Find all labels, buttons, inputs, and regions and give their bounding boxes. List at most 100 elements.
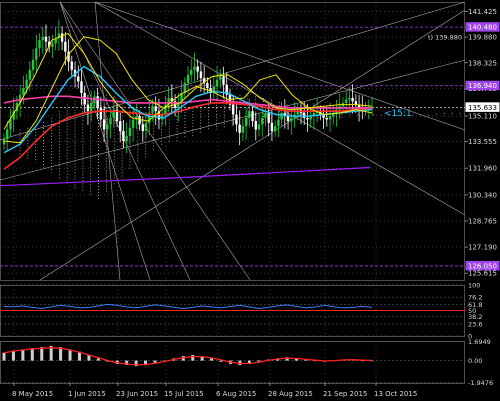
candle-body-100 (325, 117, 329, 120)
candle-body-76 (248, 111, 251, 118)
candle-body-80 (261, 117, 264, 125)
price-axis-label-8: 128.765 (468, 218, 497, 226)
candle-body-26 (86, 104, 90, 112)
candle-body-32 (106, 124, 109, 130)
candle-body-33 (109, 117, 112, 125)
candle-body-12 (41, 36, 44, 41)
candle-body-47 (154, 106, 157, 112)
candle-body-40 (131, 119, 135, 128)
price-axis-label-1: 139.880 (468, 34, 497, 42)
x-axis-label-5: 28 Aug 2015 (268, 390, 313, 398)
x-axis-label-0: 8 May 2015 (12, 390, 53, 398)
candle-body-27 (89, 102, 93, 112)
candle-body-46 (151, 106, 154, 113)
osc2-bar-0 (2, 352, 6, 361)
osc2-axis-label-1: 0.00 (468, 357, 482, 365)
candle-body-9 (31, 59, 35, 70)
candle-body-67 (219, 76, 222, 80)
candle-body-30 (99, 107, 103, 120)
price-axis-label-10: 125.615 (468, 270, 497, 278)
candle-body-85 (277, 119, 280, 127)
level-label-1: 136.940 (468, 82, 497, 90)
annotation-ratio: <15:1 (384, 109, 412, 119)
candle-body-68 (222, 76, 225, 85)
candle-body-8 (28, 69, 32, 80)
chart-terminal: 141.425139.880138.325136.785135.110133.5… (0, 0, 500, 401)
candle-body-29 (96, 96, 99, 108)
candle-body-78 (254, 121, 257, 130)
osc1-axis-label-5: 23.6 (468, 320, 482, 328)
x-axis-label-4: 6 Aug 2015 (216, 390, 256, 398)
candle-body-59 (193, 66, 196, 70)
candle-body-39 (128, 127, 132, 137)
candle-body-74 (241, 126, 245, 133)
candle-body-86 (280, 112, 283, 120)
osc2-axis-label-2: -1.9476 (468, 379, 493, 387)
level-label-2: 135.633 (468, 104, 497, 112)
osc2-bar-7 (68, 349, 72, 361)
candle-body-82 (267, 112, 270, 123)
candle-body-10 (35, 48, 38, 60)
candle-body-58 (190, 69, 193, 75)
x-axis-label-3: 15 Jul 2015 (164, 390, 204, 398)
candle-body-61 (199, 71, 203, 79)
gann-line-5 (39, 9, 466, 281)
candle-body-21 (70, 61, 73, 70)
x-axis-label-2: 23 Jun 2015 (116, 390, 158, 398)
candle-body-1 (6, 129, 9, 140)
candle-body-93 (303, 112, 306, 118)
osc2-axis-label-0: 1.6949 (468, 338, 491, 346)
candle-body-60 (196, 66, 199, 72)
price-axis-label-0: 141.425 (468, 8, 497, 16)
candle-body-0 (2, 139, 6, 145)
candle-body-79 (257, 124, 261, 130)
candle-body-13 (44, 36, 48, 42)
price-axis-label-9: 127.190 (468, 244, 497, 252)
candle-body-73 (238, 124, 241, 133)
candle-body-36 (119, 121, 122, 132)
candle-body-107 (348, 97, 351, 100)
candle-body-106 (344, 99, 348, 103)
gann-line-0 (59, 1, 251, 281)
candle-body-63 (206, 83, 209, 89)
x-axis-label-1: 1 Jun 2015 (68, 390, 106, 398)
x-axis-label-7: 13 Oct 2015 (374, 390, 417, 398)
osc2-histogram (2, 346, 374, 367)
price-axis-label-7: 130.340 (468, 191, 497, 199)
level-label-3: 126.050 (468, 262, 497, 270)
osc2-bar-4 (40, 347, 44, 361)
chart-svg[interactable]: 141.425139.880138.325136.785135.110133.5… (0, 0, 500, 401)
candle-body-71 (231, 104, 235, 115)
gann-line-1 (59, 1, 191, 281)
candle-body-38 (125, 136, 128, 141)
candle-body-31 (102, 119, 106, 130)
level-label-0: 140.480 (468, 24, 497, 32)
candle-body-19 (64, 41, 67, 52)
candle-body-11 (38, 40, 41, 49)
x-axis-label-6: 21 Sep 2015 (323, 390, 367, 398)
candle-body-23 (77, 76, 80, 82)
osc2-bar-6 (59, 347, 63, 361)
candles (2, 19, 374, 154)
osc2-bar-20 (191, 355, 195, 361)
candle-body-91 (296, 109, 299, 115)
candle-body-75 (244, 117, 248, 127)
osc2-bar-3 (30, 348, 34, 361)
price-axis-label-2: 138.325 (468, 59, 497, 67)
gann-line-8 (94, 1, 121, 281)
candle-body-109 (354, 101, 358, 105)
osc1-axis-label-0: 100 (468, 282, 480, 290)
candle-body-108 (351, 97, 354, 102)
candle-body-42 (138, 116, 141, 125)
candle-body-7 (25, 79, 28, 89)
price-axis-label-6: 131.960 (468, 165, 497, 173)
annotation-t: t) 139.880 (428, 34, 462, 42)
price-axis-label-5: 133.555 (468, 138, 497, 146)
candle-body-15 (51, 43, 54, 47)
osc2-bar-2 (21, 349, 25, 361)
candle-body-66 (215, 79, 219, 87)
candle-body-37 (122, 131, 125, 141)
candle-body-88 (286, 116, 290, 122)
candle-body-24 (80, 81, 83, 94)
candle-body-94 (306, 117, 309, 120)
